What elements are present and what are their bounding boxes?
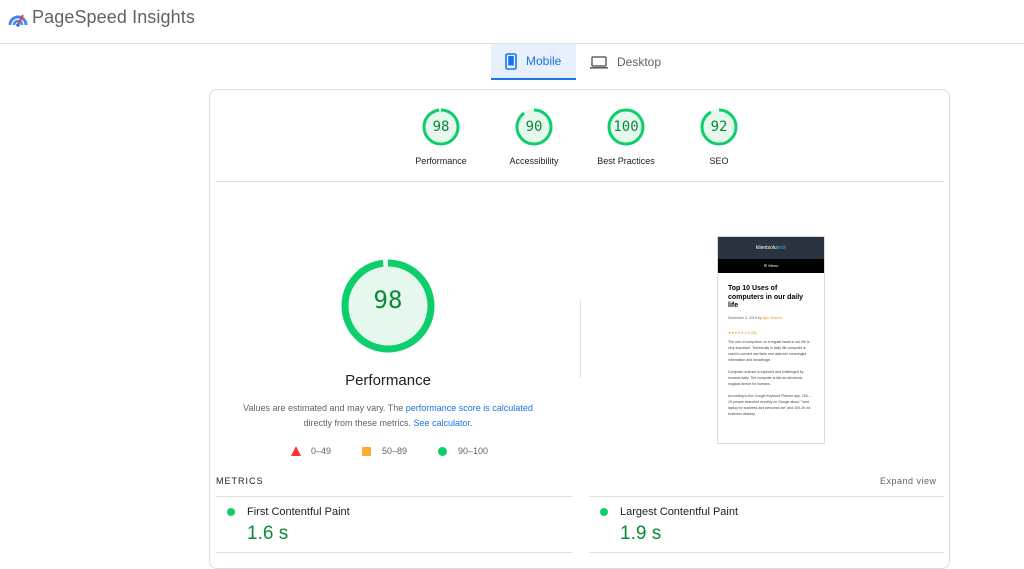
app-title[interactable]: PageSpeed Insights bbox=[32, 7, 195, 28]
score-gauge-seo[interactable]: 92 SEO bbox=[674, 107, 764, 166]
metric-value: 1.6 s bbox=[247, 523, 289, 544]
screenshot-body: Top 10 Uses of computers in our daily li… bbox=[718, 273, 824, 417]
calculator-link[interactable]: See calculator. bbox=[413, 418, 472, 428]
score-gauge-best-practices[interactable]: 100 Best Practices bbox=[581, 107, 671, 166]
tab-desktop-label: Desktop bbox=[617, 55, 662, 69]
score-value: 98 bbox=[432, 119, 450, 135]
legend-label: 50–89 bbox=[382, 446, 408, 456]
triangle-icon bbox=[291, 446, 301, 456]
score-gauge-accessibility[interactable]: 90 Accessibility bbox=[489, 107, 579, 166]
screenshot-paragraph: The use of computers on a regular basis … bbox=[728, 339, 810, 362]
laptop-icon bbox=[590, 55, 608, 69]
score-label: SEO bbox=[709, 156, 729, 166]
performance-score: 98 bbox=[373, 286, 403, 314]
metric-name: Largest Contentful Paint bbox=[620, 506, 739, 518]
square-icon bbox=[362, 446, 371, 456]
metric-name: First Contentful Paint bbox=[247, 506, 350, 518]
pass-circle-icon bbox=[227, 508, 235, 516]
metrics-heading: METRICS bbox=[216, 476, 264, 486]
legend-fail: 0–49 bbox=[291, 446, 331, 456]
divider bbox=[216, 496, 572, 497]
score-label: Best Practices bbox=[597, 156, 655, 166]
metric-value: 1.9 s bbox=[620, 523, 662, 544]
circle-icon bbox=[438, 446, 447, 456]
expand-view-button[interactable]: Expand view bbox=[880, 476, 937, 486]
screenshot-brand: klientsolu bbox=[755, 245, 777, 251]
score-value: 100 bbox=[613, 119, 639, 135]
phone-icon bbox=[505, 52, 517, 70]
desc-text: Values are estimated and may vary. The bbox=[243, 403, 406, 413]
legend-average: 50–89 bbox=[362, 446, 407, 456]
screenshot-date-text: November 2, 2019 by bbox=[728, 315, 763, 320]
screenshot-paragraph: According to the Google Keyword Planner … bbox=[728, 393, 811, 416]
divider bbox=[216, 552, 572, 553]
divider bbox=[589, 496, 944, 497]
divider bbox=[216, 181, 944, 182]
tab-mobile-label: Mobile bbox=[526, 54, 562, 68]
score-gauge-performance[interactable]: 98 Performance bbox=[396, 107, 486, 166]
performance-title: Performance bbox=[345, 372, 431, 389]
score-value: 90 bbox=[525, 119, 543, 135]
screenshot-brand-accent: tech bbox=[776, 245, 787, 251]
screenshot-header: klientsolutech bbox=[718, 237, 824, 259]
pagespeed-logo-icon[interactable] bbox=[8, 9, 28, 27]
screenshot-date: November 2, 2019 by Ajay Sharma bbox=[728, 316, 814, 320]
screenshot-title: Top 10 Uses of computers in our daily li… bbox=[728, 285, 804, 309]
legend-label: 0–49 bbox=[311, 446, 332, 456]
performance-description: Values are estimated and may vary. The p… bbox=[230, 401, 546, 431]
screenshot-paragraph: Computer science is explored and challen… bbox=[728, 369, 804, 386]
screenshot-author: Ajay Sharma bbox=[762, 315, 783, 320]
score-label: Accessibility bbox=[509, 156, 559, 166]
pass-circle-icon bbox=[600, 508, 608, 516]
score-value: 92 bbox=[710, 119, 728, 135]
screenshot-rating: ★★★★★ 4.6 (38) bbox=[728, 330, 757, 335]
divider bbox=[580, 300, 581, 378]
score-label: Performance bbox=[415, 156, 467, 166]
page-screenshot[interactable]: klientsolutech ☰ Menu Top 10 Uses of com… bbox=[717, 236, 825, 444]
legend-label: 90–100 bbox=[458, 446, 489, 456]
performance-score-link[interactable]: performance score is calculated bbox=[406, 403, 533, 413]
desc-text: directly from these metrics. bbox=[303, 418, 414, 428]
divider bbox=[589, 552, 944, 553]
legend-pass: 90–100 bbox=[438, 446, 488, 456]
top-bar: PageSpeed Insights bbox=[0, 0, 1024, 44]
screenshot-menu: ☰ Menu bbox=[718, 259, 824, 273]
tab-mobile[interactable]: Mobile bbox=[491, 44, 576, 80]
device-tabs: Mobile Desktop bbox=[491, 44, 674, 81]
tab-desktop[interactable]: Desktop bbox=[576, 44, 674, 80]
